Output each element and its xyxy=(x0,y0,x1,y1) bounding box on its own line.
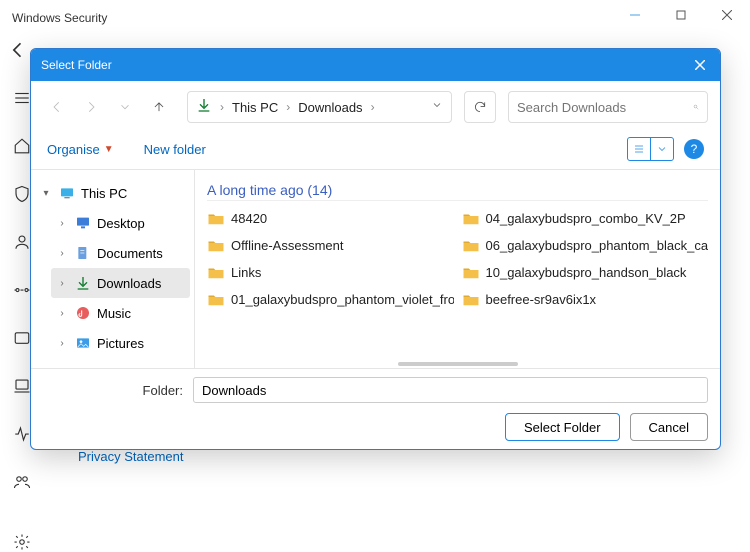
folder-item[interactable]: Links xyxy=(207,265,454,280)
search-input[interactable] xyxy=(517,100,693,115)
folder-icon xyxy=(462,266,480,280)
folder-name: 06_galaxybudspro_phantom_black_case_fron… xyxy=(486,238,709,253)
minimize-button[interactable] xyxy=(612,0,658,30)
music-icon xyxy=(75,305,91,321)
dialog-title: Select Folder xyxy=(41,58,112,72)
folder-item[interactable]: 01_galaxybudspro_phantom_violet_front xyxy=(207,292,454,307)
folder-item[interactable]: beefree-sr9av6ix1x xyxy=(462,292,709,307)
folder-name: 01_galaxybudspro_phantom_violet_front xyxy=(231,292,454,307)
breadcrumb-current[interactable]: Downloads xyxy=(298,100,362,115)
settings-icon[interactable] xyxy=(12,532,32,552)
chevron-right-icon[interactable]: › xyxy=(55,338,69,349)
folder-item[interactable]: 04_galaxybudspro_combo_KV_2P xyxy=(462,211,709,226)
chevron-right-icon: › xyxy=(220,100,224,114)
nav-back-button[interactable] xyxy=(43,93,71,121)
pictures-icon xyxy=(75,335,91,351)
folder-name: Links xyxy=(231,265,261,280)
family-icon[interactable] xyxy=(12,472,32,492)
chevron-down-icon[interactable]: ▾ xyxy=(39,188,53,199)
list-view-icon[interactable] xyxy=(628,138,650,160)
documents-icon xyxy=(75,245,91,261)
device-icon[interactable] xyxy=(12,376,32,396)
folder-icon xyxy=(462,293,480,307)
tree-music[interactable]: › Music xyxy=(51,298,190,328)
group-header[interactable]: A long time ago (14) xyxy=(207,182,708,201)
search-icon xyxy=(693,100,699,114)
tree-label: Pictures xyxy=(97,336,144,351)
desktop-icon xyxy=(75,215,91,231)
tree-label: This PC xyxy=(81,186,127,201)
new-folder-button[interactable]: New folder xyxy=(144,142,206,157)
firewall-icon[interactable] xyxy=(12,280,32,300)
cancel-button[interactable]: Cancel xyxy=(630,413,708,441)
folder-name: Offline-Assessment xyxy=(231,238,343,253)
pc-icon xyxy=(59,185,75,201)
folder-icon xyxy=(462,239,480,253)
maximize-button[interactable] xyxy=(658,0,704,30)
nav-forward-button[interactable] xyxy=(77,93,105,121)
folder-name: 10_galaxybudspro_handson_black xyxy=(486,265,687,280)
select-folder-dialog: Select Folder › This PC › Downloads › Or… xyxy=(30,48,721,450)
search-field[interactable] xyxy=(508,91,708,123)
chevron-down-icon: ▼ xyxy=(104,144,114,155)
scrollbar[interactable] xyxy=(398,362,518,366)
folder-icon xyxy=(207,239,225,253)
chevron-down-icon[interactable] xyxy=(431,98,443,116)
chevron-right-icon[interactable]: › xyxy=(55,278,69,289)
breadcrumb-root[interactable]: This PC xyxy=(232,100,278,115)
shield-icon[interactable] xyxy=(12,184,32,204)
tree-label: Downloads xyxy=(97,276,161,291)
folder-name: beefree-sr9av6ix1x xyxy=(486,292,597,307)
app-title: Windows Security xyxy=(8,11,107,25)
folder-icon xyxy=(462,212,480,226)
folder-input[interactable] xyxy=(193,377,708,403)
close-button[interactable] xyxy=(704,0,750,30)
tree-label: Music xyxy=(97,306,131,321)
folder-icon xyxy=(207,212,225,226)
folder-name: 04_galaxybudspro_combo_KV_2P xyxy=(486,211,686,226)
account-icon[interactable] xyxy=(12,232,32,252)
refresh-button[interactable] xyxy=(464,91,496,123)
downloads-icon xyxy=(75,275,91,291)
back-button[interactable] xyxy=(8,40,28,65)
chevron-right-icon: › xyxy=(371,100,375,114)
home-icon[interactable] xyxy=(12,136,32,156)
folder-tree: ▾ This PC › Desktop › Documents › xyxy=(31,170,195,368)
content-pane: A long time ago (14) 48420 04_galaxybudsp… xyxy=(195,170,720,368)
privacy-link[interactable]: Privacy Statement xyxy=(78,449,184,464)
downloads-icon xyxy=(196,97,212,118)
nav-recent-button[interactable] xyxy=(111,93,139,121)
tree-label: Documents xyxy=(97,246,163,261)
tree-downloads[interactable]: › Downloads xyxy=(51,268,190,298)
chevron-right-icon[interactable]: › xyxy=(55,218,69,229)
folder-item[interactable]: 06_galaxybudspro_phantom_black_case_fron… xyxy=(462,238,709,253)
chevron-right-icon: › xyxy=(286,100,290,114)
nav-up-button[interactable] xyxy=(145,93,173,121)
chevron-right-icon[interactable]: › xyxy=(55,308,69,319)
dialog-close-button[interactable] xyxy=(680,49,720,81)
folder-icon xyxy=(207,266,225,280)
folder-icon xyxy=(207,293,225,307)
tree-this-pc[interactable]: ▾ This PC xyxy=(35,178,190,208)
chevron-right-icon[interactable]: › xyxy=(55,248,69,259)
tree-label: Desktop xyxy=(97,216,145,231)
tree-documents[interactable]: › Documents xyxy=(51,238,190,268)
app-control-icon[interactable] xyxy=(12,328,32,348)
breadcrumb[interactable]: › This PC › Downloads › xyxy=(187,91,452,123)
organise-label: Organise xyxy=(47,142,100,157)
view-toggle[interactable] xyxy=(627,137,674,161)
organise-menu[interactable]: Organise ▼ xyxy=(47,142,114,157)
folder-name: 48420 xyxy=(231,211,267,226)
chevron-down-icon[interactable] xyxy=(651,138,673,160)
select-folder-button[interactable]: Select Folder xyxy=(505,413,620,441)
tree-desktop[interactable]: › Desktop xyxy=(51,208,190,238)
tree-pictures[interactable]: › Pictures xyxy=(51,328,190,358)
help-button[interactable]: ? xyxy=(684,139,704,159)
folder-item[interactable]: 48420 xyxy=(207,211,454,226)
folder-item[interactable]: Offline-Assessment xyxy=(207,238,454,253)
menu-icon[interactable] xyxy=(12,88,32,108)
folder-label: Folder: xyxy=(43,383,183,398)
performance-icon[interactable] xyxy=(12,424,32,444)
folder-item[interactable]: 10_galaxybudspro_handson_black xyxy=(462,265,709,280)
